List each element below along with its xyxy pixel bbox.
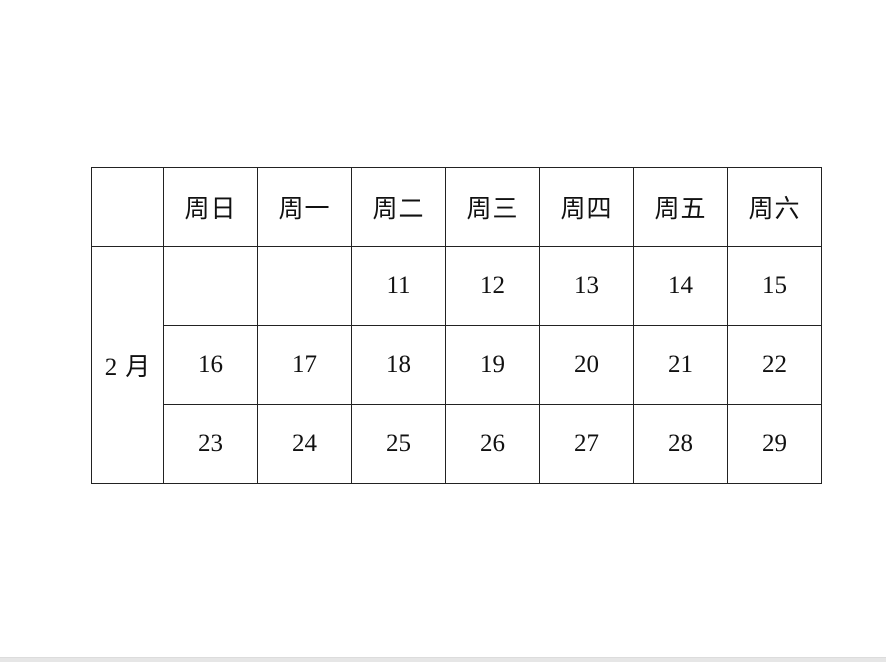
weekday-tuesday: 周二 (351, 167, 446, 247)
day-cell: 27 (539, 404, 634, 484)
weekday-thursday: 周四 (539, 167, 634, 247)
day-cell: 26 (445, 404, 540, 484)
day-cell: 16 (163, 325, 258, 405)
weekday-wednesday: 周三 (445, 167, 540, 247)
day-cell: 17 (257, 325, 352, 405)
day-cell: 19 (445, 325, 540, 405)
day-cell: 24 (257, 404, 352, 484)
day-cell: 11 (351, 246, 446, 326)
day-cell: 18 (351, 325, 446, 405)
day-cell: 28 (633, 404, 728, 484)
day-cell: 20 (539, 325, 634, 405)
month-unit: 月 (125, 354, 151, 381)
weekday-header-row: 周日 周一 周二 周三 周四 周五 周六 (91, 167, 822, 247)
month-number: 2 (104, 354, 118, 381)
day-cell: 23 (163, 404, 258, 484)
week-row: 23 24 25 26 27 28 29 (92, 404, 822, 484)
month-label-cell: 2月 (91, 246, 164, 484)
corner-cell (91, 167, 164, 247)
weekday-saturday: 周六 (727, 167, 822, 247)
day-cell: 21 (633, 325, 728, 405)
week-row: 16 17 18 19 20 21 22 (92, 325, 822, 405)
day-cell: 13 (539, 246, 634, 326)
day-cell: 14 (633, 246, 728, 326)
day-cell (163, 246, 258, 326)
weekday-monday: 周一 (257, 167, 352, 247)
day-cell: 25 (351, 404, 446, 484)
bottom-divider (0, 657, 886, 662)
day-cell: 15 (727, 246, 822, 326)
day-cell: 12 (445, 246, 540, 326)
day-cell: 29 (727, 404, 822, 484)
calendar-table: 周日 周一 周二 周三 周四 周五 周六 2月 11 12 13 14 15 1… (91, 167, 822, 484)
weekday-friday: 周五 (633, 167, 728, 247)
day-cell: 22 (727, 325, 822, 405)
day-cell (257, 246, 352, 326)
week-row: 2月 11 12 13 14 15 (91, 246, 822, 484)
weekday-sunday: 周日 (163, 167, 258, 247)
